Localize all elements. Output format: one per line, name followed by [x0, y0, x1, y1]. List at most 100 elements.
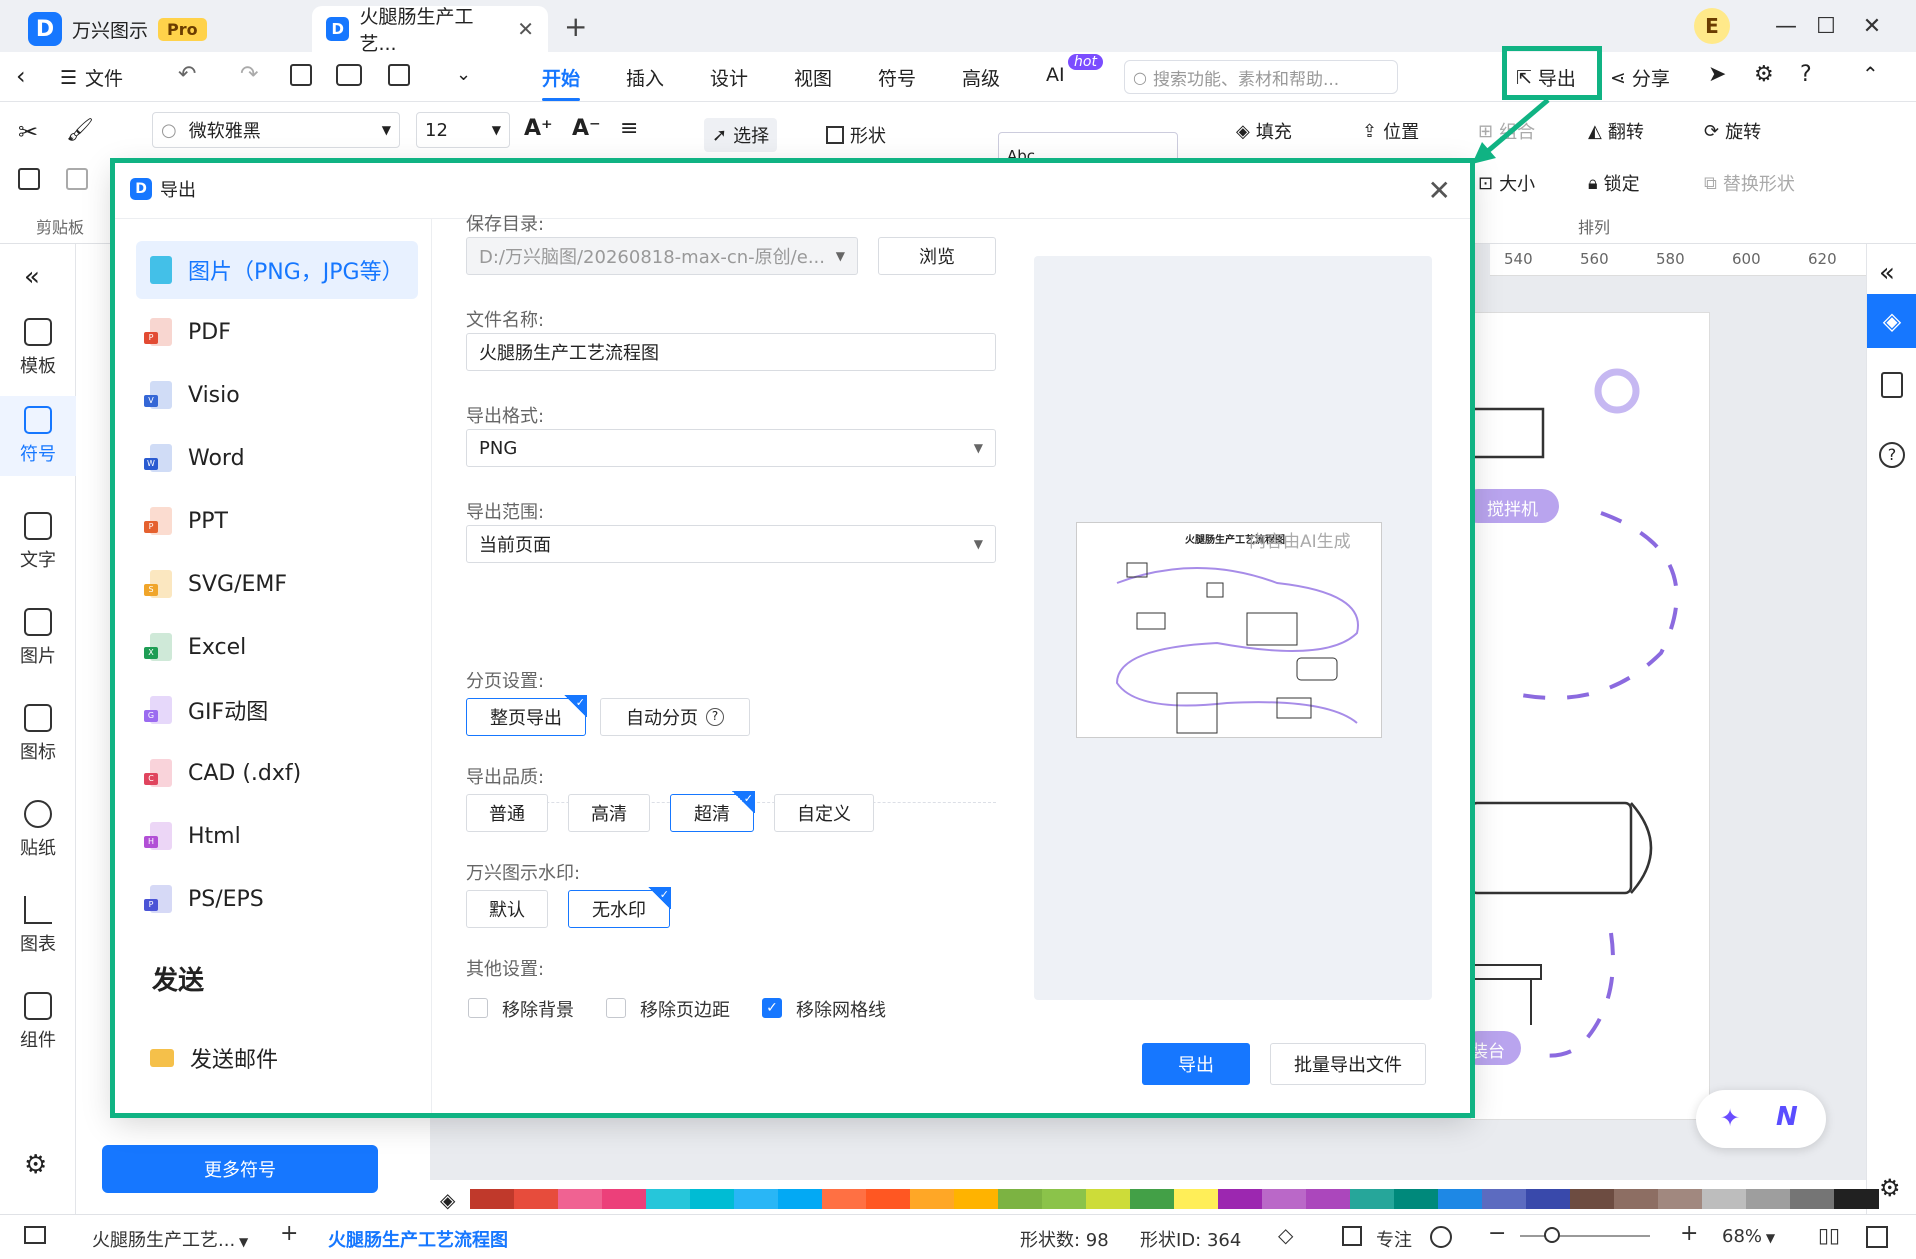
align-icon[interactable]: ≡ — [620, 116, 638, 141]
paste-icon[interactable] — [66, 168, 88, 190]
zoom-in-icon[interactable]: + — [1680, 1221, 1698, 1246]
range-select[interactable]: 当前页面 ▼ — [466, 525, 996, 563]
minimize-icon[interactable]: — — [1766, 8, 1806, 44]
focus-mode-icon[interactable] — [1342, 1226, 1362, 1246]
current-page-tab[interactable]: 火腿肠生产工艺流程图 — [328, 1226, 508, 1252]
flip-button[interactable]: ◭ 翻转 — [1588, 118, 1644, 144]
expand-panel-icon[interactable]: « — [1879, 258, 1895, 288]
sidebar-item-symbols[interactable]: 符号 — [0, 396, 76, 476]
sidebar-item-charts[interactable]: 图表 — [0, 896, 76, 956]
back-icon[interactable]: ‹ — [16, 62, 26, 90]
remove-bg-checkbox[interactable] — [468, 998, 488, 1018]
quality-custom-button[interactable]: 自定义 — [774, 794, 874, 832]
close-dialog-icon[interactable]: ✕ — [1428, 174, 1451, 207]
settings-icon[interactable]: ⚙ — [1754, 62, 1774, 87]
browse-button[interactable]: 浏览 — [878, 237, 996, 275]
paging-whole-button[interactable]: 整页导出 — [466, 695, 587, 736]
layers-icon[interactable]: ◇ — [1278, 1223, 1293, 1247]
rotate-button[interactable]: ⟳ 旋转 — [1704, 118, 1761, 144]
file-menu[interactable]: ☰ 文件 — [60, 64, 123, 91]
export-button[interactable]: ⇱ 导出 — [1516, 64, 1576, 91]
undo-icon[interactable]: ↶ — [178, 62, 196, 87]
quality-normal-button[interactable]: 普通 — [466, 794, 548, 832]
collapse-ribbon-icon[interactable]: ⌃ — [1862, 62, 1879, 86]
book-view-icon[interactable]: ▯▯ — [1818, 1223, 1840, 1247]
quality-high-button[interactable]: 高清 — [568, 794, 650, 832]
sidebar-item-text[interactable]: 文字 — [0, 512, 76, 572]
sidebar-item-images[interactable]: 图片 — [0, 608, 76, 668]
save-icon[interactable] — [290, 64, 312, 86]
sidebar-item-icons[interactable]: 图标 — [0, 704, 76, 764]
add-page-icon[interactable]: + — [280, 1221, 298, 1246]
send-email-item[interactable]: 发送邮件 — [136, 1029, 418, 1087]
export-quick-icon[interactable] — [388, 64, 410, 86]
collapse-sidebar-icon[interactable]: « — [24, 262, 40, 292]
quality-ultra-button[interactable]: 超清 — [670, 791, 755, 832]
format-painter-icon[interactable]: 🖌 — [66, 118, 94, 143]
tab-advanced[interactable]: 高级 — [962, 64, 1000, 91]
color-swatch[interactable] — [1867, 1189, 1879, 1209]
watermark-default-button[interactable]: 默认 — [466, 890, 548, 928]
print-icon[interactable] — [336, 64, 362, 86]
paging-auto-button[interactable]: 自动分页 ? — [600, 698, 750, 736]
focus-mode-label[interactable]: 专注 — [1376, 1226, 1412, 1252]
export-confirm-button[interactable]: 导出 — [1142, 1043, 1250, 1085]
more-symbols-button[interactable]: 更多符号 — [102, 1145, 378, 1193]
style-panel-icon[interactable]: ◈ — [1867, 294, 1916, 348]
tab-view[interactable]: 视图 — [794, 64, 832, 91]
close-tab-icon[interactable]: ✕ — [517, 17, 534, 41]
format-item-word[interactable]: W Word — [136, 429, 418, 487]
horizontal-scrollbar[interactable] — [430, 1180, 1866, 1188]
tab-start[interactable]: 开始 — [542, 64, 581, 101]
document-tab[interactable]: D 火腿肠生产工艺... ✕ — [312, 6, 548, 55]
select-tool[interactable]: ➚ 选择 — [704, 118, 778, 152]
remove-margin-checkbox[interactable] — [606, 998, 626, 1018]
format-item-svg[interactable]: S SVG/EMF — [136, 555, 418, 613]
cut-icon[interactable]: ✂ — [18, 118, 38, 146]
ai-assistant-icon[interactable]: N — [1776, 1102, 1798, 1132]
sidebar-settings-icon[interactable]: ⚙ — [24, 1150, 47, 1180]
redo-icon[interactable]: ↷ — [240, 62, 258, 87]
format-item-image[interactable]: 图片（PNG，JPG等） — [136, 241, 418, 299]
panel-settings-icon[interactable]: ⚙ — [1879, 1174, 1901, 1202]
decrease-font-icon[interactable]: A⁻ — [572, 116, 601, 141]
sidebar-item-templates[interactable]: 模板 — [0, 318, 76, 378]
filename-input[interactable]: 火腿肠生产工艺流程图 — [466, 333, 996, 371]
vertical-scrollbar[interactable] — [1889, 444, 1899, 964]
copy-icon[interactable] — [18, 168, 40, 190]
shape-tool[interactable]: 形状 — [826, 122, 886, 148]
tab-ai[interactable]: AI hot — [1046, 54, 1103, 86]
fill-color-icon[interactable]: ◈ — [440, 1188, 455, 1212]
zoom-slider[interactable] — [1520, 1227, 1650, 1243]
remove-grid-checkbox[interactable]: ✓ — [762, 998, 782, 1018]
position-button[interactable]: ⇪ 位置 — [1362, 118, 1419, 144]
font-family-select[interactable]: ○ 微软雅黑 ▼ — [152, 112, 400, 148]
sidebar-item-components[interactable]: 组件 — [0, 992, 76, 1052]
format-item-pdf[interactable]: P PDF — [136, 303, 418, 361]
share-button[interactable]: ⋖ 分享 — [1610, 64, 1670, 91]
page-list-icon[interactable] — [24, 1226, 46, 1244]
watermark-none-button[interactable]: 无水印 — [568, 887, 671, 928]
format-item-gif[interactable]: G GIF动图 — [136, 681, 418, 739]
format-item-excel[interactable]: X Excel — [136, 618, 418, 676]
new-tab-icon[interactable]: + — [564, 10, 587, 43]
search-input[interactable]: ○ 搜索功能、素材和帮助... — [1124, 60, 1398, 94]
fit-page-icon[interactable] — [1866, 1226, 1888, 1248]
increase-font-icon[interactable]: A⁺ — [524, 116, 553, 141]
size-button[interactable]: ⊡ 大小 — [1478, 170, 1535, 196]
zoom-out-icon[interactable]: − — [1488, 1221, 1506, 1246]
zoom-slider-handle[interactable] — [1544, 1227, 1560, 1243]
help-icon[interactable]: ? — [706, 708, 724, 726]
batch-export-button[interactable]: 批量导出文件 — [1270, 1043, 1426, 1085]
format-item-html[interactable]: H Html — [136, 807, 418, 865]
page-tab[interactable]: 火腿肠生产工艺... ▼ — [92, 1226, 248, 1252]
format-select[interactable]: PNG ▼ — [466, 429, 996, 467]
tab-design[interactable]: 设计 — [710, 64, 748, 91]
fill-button[interactable]: ◈ 填充 — [1236, 118, 1292, 144]
ai-magic-icon[interactable]: ✦ — [1720, 1104, 1740, 1132]
page-panel-icon[interactable] — [1881, 372, 1903, 398]
help-icon[interactable]: ? — [1800, 62, 1812, 87]
tab-symbol[interactable]: 符号 — [878, 64, 916, 91]
tab-insert[interactable]: 插入 — [626, 64, 664, 91]
replace-shape-button[interactable]: ⧉ 替换形状 — [1704, 170, 1795, 196]
